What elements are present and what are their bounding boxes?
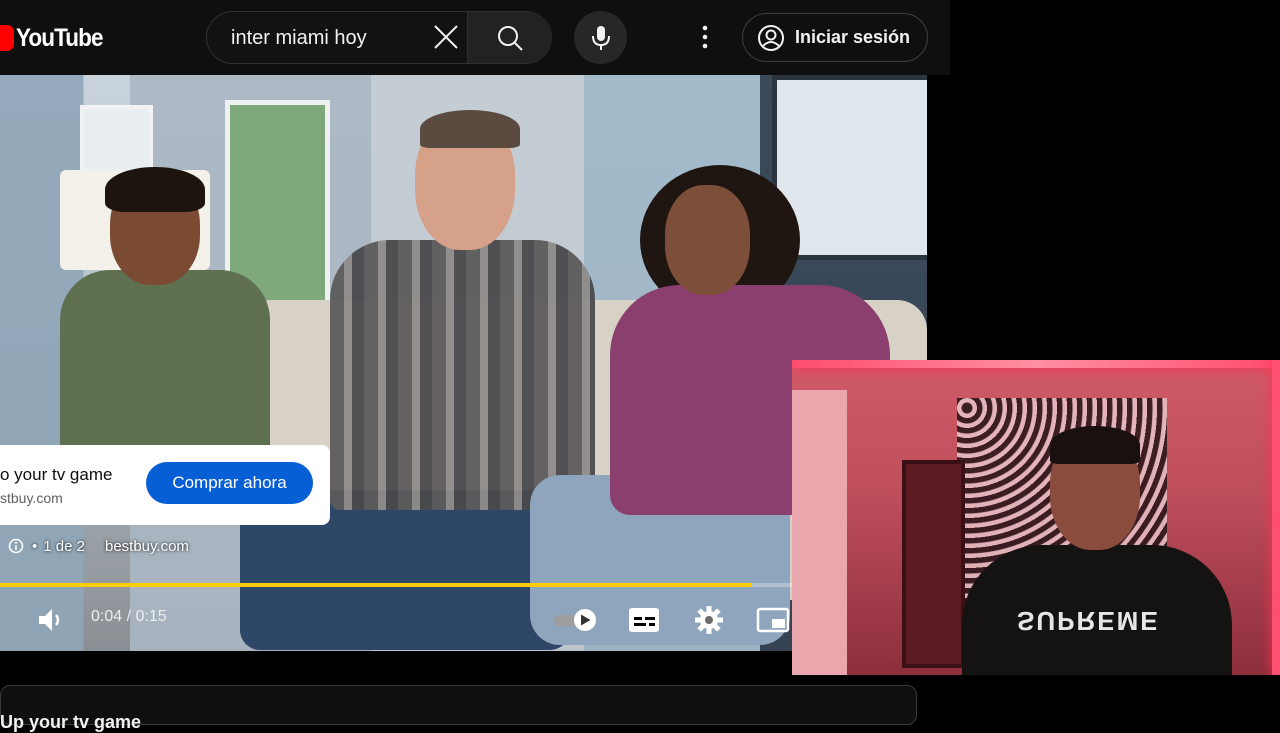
webcam-led-strip-right: [1272, 360, 1280, 675]
time-display: 0:04 / 0:15: [91, 608, 167, 625]
top-bar: YouTube I: [0, 0, 950, 75]
progress-bar-fill: [0, 583, 753, 587]
search-input[interactable]: [229, 12, 423, 65]
webcam-door: [792, 390, 847, 675]
youtube-play-icon: [0, 25, 14, 51]
volume-icon: [39, 609, 60, 631]
gear-icon: [695, 606, 723, 634]
miniplayer-button[interactable]: [755, 605, 791, 635]
close-icon: [434, 25, 458, 49]
search-box: [206, 11, 552, 65]
sign-in-button[interactable]: Iniciar sesión: [742, 13, 928, 62]
ad-sequence: 1 de 2: [43, 537, 85, 555]
ad-title: o your tv game: [0, 465, 113, 484]
webcam-overlay: SUPREME: [792, 360, 1280, 675]
shirt-text: SUPREME: [1017, 606, 1160, 636]
mute-button[interactable]: [34, 603, 68, 637]
ad-domain: stbuy.com: [0, 490, 63, 506]
subtitles-button[interactable]: [627, 605, 661, 635]
subtitles-icon: [629, 608, 659, 632]
more-options-button[interactable]: [688, 20, 722, 54]
microphone-icon: [591, 25, 610, 50]
webcam-led-strip-top: [792, 360, 1280, 368]
ad-headline[interactable]: Up your tv game: [0, 712, 141, 733]
sign-in-label: Iniciar sesión: [795, 27, 911, 47]
vertical-dots-icon: [702, 25, 708, 49]
clear-search-button[interactable]: [429, 20, 463, 54]
logo-text: YouTube: [16, 23, 104, 52]
video-player[interactable]: [0, 75, 927, 651]
search-icon: [498, 25, 523, 51]
ad-info-bar: • 1 de 2 bestbuy.com: [8, 536, 189, 556]
autoplay-toggle-icon: [554, 609, 596, 631]
webcam-person: SUPREME: [962, 426, 1232, 675]
settings-button[interactable]: [692, 603, 726, 637]
webcam-mirror: [902, 460, 965, 668]
ad-site-link[interactable]: bestbuy.com: [105, 538, 189, 555]
account-icon: [758, 24, 784, 51]
player-controls: 0:04 / 0:15: [0, 595, 792, 645]
autoplay-toggle[interactable]: [552, 607, 600, 633]
search-button[interactable]: [467, 12, 552, 63]
shop-now-button[interactable]: Comprar ahora: [146, 462, 313, 504]
voice-search-button[interactable]: [574, 11, 627, 64]
progress-bar[interactable]: [0, 583, 792, 587]
youtube-logo[interactable]: YouTube: [0, 22, 112, 54]
miniplayer-icon: [756, 607, 790, 633]
ad-separator-dot: •: [32, 537, 38, 555]
ad-overlay-card[interactable]: o your tv game stbuy.com Comprar ahora: [0, 445, 330, 525]
info-icon[interactable]: [8, 538, 24, 554]
